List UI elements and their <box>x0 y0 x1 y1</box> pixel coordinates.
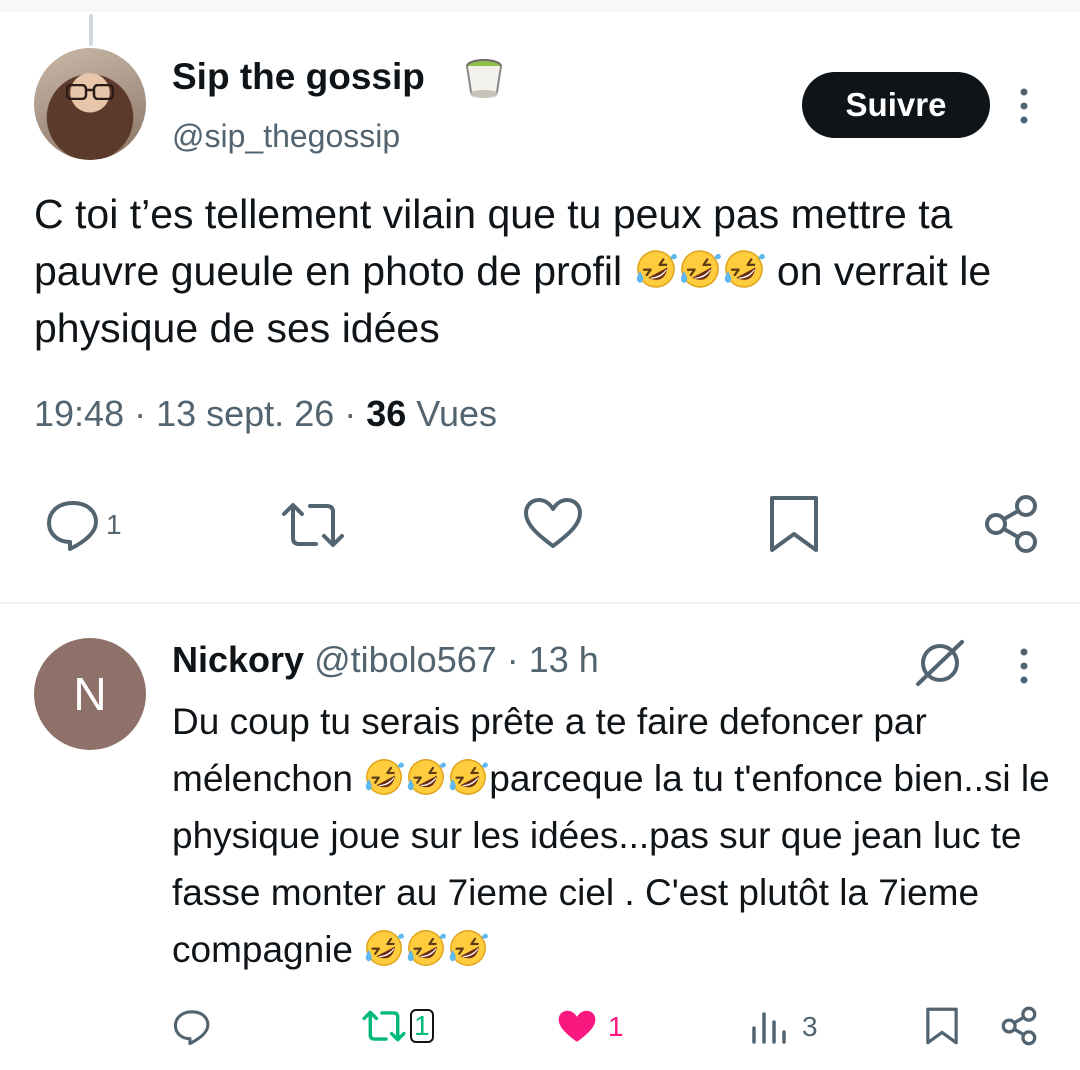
reply-share-action[interactable] <box>1000 1006 1038 1046</box>
reply-action[interactable]: 1 <box>44 498 122 552</box>
reply-reply-action[interactable] <box>172 1008 212 1046</box>
views-label: Vues <box>416 393 498 434</box>
retweet-icon <box>362 1010 406 1042</box>
reply-more-options-icon[interactable] <box>1010 646 1038 686</box>
heart-icon <box>524 498 582 548</box>
comment-icon <box>47 501 98 551</box>
author-handle[interactable]: @sip_thegossip <box>172 118 400 155</box>
follow-button[interactable]: Suivre <box>802 72 990 138</box>
share-action[interactable] <box>982 494 1040 554</box>
divider <box>0 602 1080 604</box>
tweet-meta: 19:48 · 13 sept. 26 · 36 Vues <box>34 393 498 434</box>
reply-retweet-count: 1 <box>410 1009 434 1043</box>
reply-author-avatar[interactable]: N <box>34 638 146 750</box>
reply-views-action[interactable]: 3 <box>750 1008 818 1046</box>
share-icon <box>985 495 1037 553</box>
tweet-text: C toi t’es tellement vilain que tu peux … <box>34 186 1044 357</box>
share-icon <box>1001 1006 1037 1046</box>
reply-views-count: 3 <box>802 1011 818 1042</box>
reply-age[interactable]: 13 h <box>529 639 599 680</box>
bookmark-action[interactable] <box>766 494 822 554</box>
views-icon <box>752 1012 786 1044</box>
matcha-cup-icon <box>466 59 502 98</box>
grok-icon[interactable] <box>912 638 968 688</box>
thread-connector-line <box>89 14 93 46</box>
glasses-detail <box>66 84 114 100</box>
reply-text: Du coup tu serais prête a te faire defon… <box>172 693 1052 978</box>
like-action[interactable] <box>522 496 584 552</box>
rofl-emoji-icon <box>678 247 722 291</box>
reply-like-action[interactable]: 1 <box>556 1008 624 1046</box>
more-options-icon[interactable] <box>1010 86 1038 126</box>
reply-count: 1 <box>106 509 122 540</box>
reply-bookmark-action[interactable] <box>924 1006 960 1046</box>
reply-header: Nickory @tibolo567 · 13 h <box>172 639 599 680</box>
rofl-emoji-icon <box>363 756 405 798</box>
reply-author-name[interactable]: Nickory <box>172 639 304 680</box>
bookmark-icon <box>770 496 818 552</box>
retweet-action[interactable] <box>278 500 348 550</box>
heart-icon <box>558 1010 596 1042</box>
reply-like-count: 1 <box>608 1011 624 1042</box>
rofl-emoji-icon <box>634 247 678 291</box>
tweet-time[interactable]: 19:48 <box>34 393 124 434</box>
author-name[interactable]: Sip the gossip <box>172 56 425 98</box>
rofl-emoji-icon <box>363 927 405 969</box>
bookmark-icon <box>926 1007 958 1045</box>
reply-author-handle[interactable]: @tibolo567 <box>314 639 497 680</box>
timeline-top-edge <box>0 0 1080 12</box>
tweet-date[interactable]: 13 sept. 26 <box>156 393 334 434</box>
views-count: 36 <box>366 393 407 434</box>
rofl-emoji-icon <box>405 756 447 798</box>
retweet-icon <box>282 503 344 547</box>
rofl-emoji-icon <box>405 927 447 969</box>
comment-icon <box>173 1010 210 1046</box>
rofl-emoji-icon <box>447 756 489 798</box>
reply-retweet-action[interactable]: 1 <box>360 1008 434 1044</box>
rofl-emoji-icon <box>722 247 766 291</box>
rofl-emoji-icon <box>447 927 489 969</box>
author-avatar[interactable] <box>34 48 146 160</box>
